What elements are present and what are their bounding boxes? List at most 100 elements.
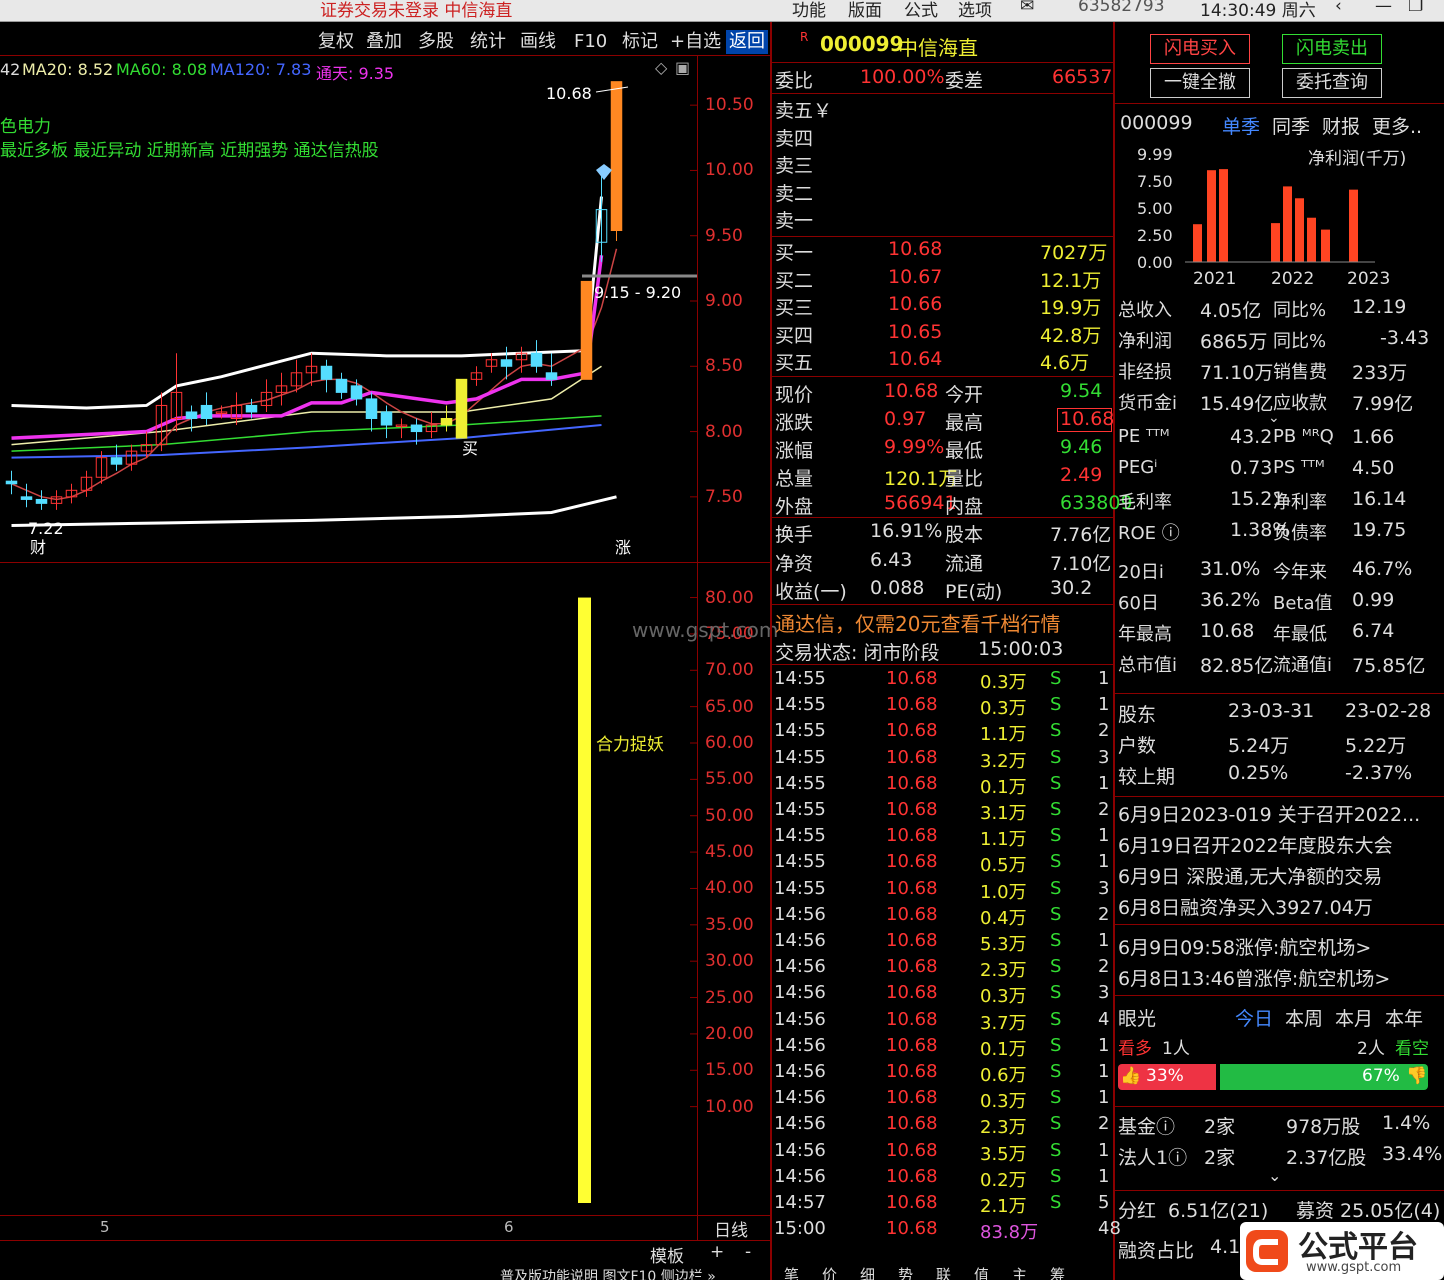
tick-row[interactable]: 14:55 10.68 1.1万 S 2 bbox=[774, 720, 1114, 746]
stock-badge: R bbox=[800, 30, 809, 44]
tick-row[interactable]: 14:55 10.68 0.3万 S 1 bbox=[774, 694, 1114, 720]
bottom-help-bar[interactable]: 普及版功能说明 图文F10 侧边栏 » bbox=[500, 1266, 716, 1280]
thumbs-up-icon[interactable]: 👍 bbox=[1120, 1066, 1141, 1086]
raise-value: 25.05亿(4) bbox=[1340, 1200, 1441, 1222]
back-arrow-icon[interactable]: ‹ bbox=[1335, 0, 1342, 16]
vision-year[interactable]: 本年 bbox=[1385, 1004, 1423, 1031]
limit-up-item[interactable]: 6月8日13:46曾涨停:航空机场> bbox=[1118, 964, 1390, 991]
thumbs-down-icon[interactable]: 👎 bbox=[1406, 1066, 1427, 1086]
minimize-icon[interactable]: — bbox=[1375, 0, 1392, 16]
kline-chart[interactable]: 10.68 9.15 - 9.20 7.22 买财 涨 bbox=[0, 56, 700, 562]
tab-same-quarter[interactable]: 同季 bbox=[1272, 112, 1310, 139]
rline-7 bbox=[1115, 1190, 1444, 1191]
restore-icon[interactable]: ❐ bbox=[1408, 0, 1423, 16]
menu-function[interactable]: 功能 bbox=[792, 0, 826, 21]
quote-label: 今开 bbox=[945, 384, 984, 406]
zoom-out-button[interactable]: - bbox=[745, 1242, 751, 1262]
limit-up-marker: 涨 bbox=[615, 538, 631, 557]
tick-row[interactable]: 15:00 10.68 83.8万 48 bbox=[774, 1218, 1121, 1244]
vision-week[interactable]: 本周 bbox=[1285, 1004, 1323, 1031]
toolbar-draw-line[interactable]: 画线 bbox=[520, 30, 556, 54]
tick-row[interactable]: 14:55 10.68 3.1万 S 2 bbox=[774, 799, 1114, 825]
tick-row[interactable]: 14:55 10.68 3.2万 S 3 bbox=[774, 747, 1114, 773]
buy-level-price[interactable]: 10.65 bbox=[888, 321, 942, 343]
news-item[interactable]: 6月9日 深股通,无大净额的交易 bbox=[1118, 862, 1382, 889]
tick-row[interactable]: 14:56 10.68 2.3万 S 2 bbox=[774, 1113, 1114, 1139]
news-item[interactable]: 6月19日召开2022年度股东大会 bbox=[1118, 831, 1393, 858]
tick-count: 1 bbox=[1098, 772, 1110, 794]
quote-value: 30.2 bbox=[1050, 577, 1093, 599]
buy-level-price[interactable]: 10.66 bbox=[888, 293, 942, 315]
tick-price: 10.68 bbox=[886, 851, 938, 873]
indicator-chart[interactable] bbox=[0, 563, 700, 1218]
mail-icon[interactable]: ✉ bbox=[1020, 0, 1034, 16]
tick-row[interactable]: 14:55 10.68 0.5万 S 1 bbox=[774, 851, 1114, 877]
menu-formula[interactable]: 公式 bbox=[904, 0, 938, 21]
tick-row[interactable]: 14:55 10.68 0.1万 S 1 bbox=[774, 773, 1114, 799]
order-query-button[interactable]: 委托查询 bbox=[1282, 68, 1382, 98]
flash-sell-button[interactable]: 闪电卖出 bbox=[1282, 34, 1382, 64]
fin-value: 19.75 bbox=[1352, 519, 1407, 541]
tick-price: 10.68 bbox=[886, 1034, 938, 1056]
news-item[interactable]: 6月8日融资净买入3927.04万 bbox=[1118, 893, 1373, 920]
tab-report[interactable]: 财报 bbox=[1322, 112, 1360, 139]
tick-row[interactable]: 14:56 10.68 3.5万 S 1 bbox=[774, 1140, 1114, 1166]
toolbar-statistics[interactable]: 统计 bbox=[470, 30, 506, 54]
news-item[interactable]: 6月9日2023-019 关于召开2022... bbox=[1118, 800, 1420, 827]
toolbar-mark[interactable]: 标记 bbox=[622, 30, 658, 54]
tick-row[interactable]: 14:56 10.68 0.2万 S 1 bbox=[774, 1166, 1114, 1192]
side-tab[interactable]: 值 bbox=[974, 1264, 989, 1280]
expand-chevron-icon[interactable]: ⌄ bbox=[1268, 410, 1280, 426]
tab-more[interactable]: 更多.. bbox=[1372, 112, 1422, 139]
toolbar-overlay[interactable]: 叠加 bbox=[366, 30, 402, 54]
tick-row[interactable]: 14:56 10.68 3.7万 S 4 bbox=[774, 1009, 1114, 1035]
tick-row[interactable]: 14:55 10.68 0.3万 S 1 bbox=[774, 668, 1114, 694]
tick-row[interactable]: 14:55 10.68 1.0万 S 3 bbox=[774, 878, 1114, 904]
fin-value: 6865万 bbox=[1200, 331, 1268, 353]
toolbar-f10[interactable]: F10 bbox=[574, 30, 607, 54]
tick-row[interactable]: 14:56 10.68 0.6万 S 1 bbox=[774, 1061, 1114, 1087]
buy-level-price[interactable]: 10.68 bbox=[888, 238, 942, 260]
tick-row[interactable]: 14:56 10.68 2.3万 S 2 bbox=[774, 956, 1114, 982]
buy-level-price[interactable]: 10.67 bbox=[888, 266, 942, 288]
side-tab[interactable]: 价 bbox=[822, 1264, 837, 1280]
toolbar-restore-rights[interactable]: 复权 bbox=[318, 30, 354, 54]
tick-row[interactable]: 14:56 10.68 0.3万 S 3 bbox=[774, 982, 1114, 1008]
side-tab[interactable]: 联 bbox=[936, 1264, 951, 1280]
tick-row[interactable]: 14:56 10.68 5.3万 S 1 bbox=[774, 930, 1114, 956]
promo-text[interactable]: 通达信，仅需20元查看千档行情 bbox=[775, 608, 1060, 637]
limit-up-item[interactable]: 6月9日09:58涨停:航空机场> bbox=[1118, 933, 1371, 960]
vision-today[interactable]: 今日 bbox=[1235, 1004, 1273, 1031]
bear-percent: 67% bbox=[1362, 1066, 1400, 1086]
side-tab[interactable]: 笔 bbox=[784, 1264, 799, 1280]
fin-value: 7.99亿 bbox=[1352, 393, 1414, 415]
tick-time: 14:55 bbox=[774, 720, 826, 742]
quote-label: 涨跌 bbox=[775, 412, 814, 434]
tick-row[interactable]: 14:55 10.68 1.1万 S 1 bbox=[774, 825, 1114, 851]
cancel-all-button[interactable]: 一键全撤 bbox=[1150, 68, 1250, 98]
side-tab[interactable]: 筹 bbox=[1050, 1264, 1065, 1280]
side-tab[interactable]: 势 bbox=[898, 1264, 913, 1280]
tick-row[interactable]: 14:56 10.68 0.3万 S 1 bbox=[774, 1087, 1114, 1113]
y-tick-label: 65.00 bbox=[705, 696, 754, 717]
zoom-in-button[interactable]: + bbox=[710, 1242, 724, 1262]
expand-chevron-icon[interactable]: ⌄ bbox=[1268, 1166, 1281, 1185]
menu-layout[interactable]: 版面 bbox=[848, 0, 882, 21]
side-tab[interactable]: 主 bbox=[1012, 1264, 1027, 1280]
tab-single-quarter[interactable]: 单季 bbox=[1222, 112, 1260, 139]
buy-level-price[interactable]: 10.64 bbox=[888, 348, 942, 370]
toolbar-add-watchlist[interactable]: +自选 bbox=[670, 30, 721, 54]
tick-row[interactable]: 14:56 10.68 0.1万 S 1 bbox=[774, 1035, 1114, 1061]
vision-month[interactable]: 本月 bbox=[1335, 1004, 1373, 1031]
side-tab[interactable]: 细 bbox=[860, 1264, 875, 1280]
toolbar-return[interactable]: 返回 bbox=[726, 30, 768, 54]
flash-buy-button[interactable]: 闪电买入 bbox=[1150, 34, 1250, 64]
period-daily[interactable]: 日线 bbox=[714, 1216, 748, 1241]
tick-row[interactable]: 14:56 10.68 0.4万 S 2 bbox=[774, 904, 1114, 930]
inst-shares: 2.37亿股 bbox=[1286, 1147, 1367, 1169]
toolbar-multi-stock[interactable]: 多股 bbox=[418, 30, 454, 54]
tick-row[interactable]: 14:57 10.68 2.1万 S 5 bbox=[774, 1192, 1114, 1218]
template-tab[interactable]: 模板 bbox=[650, 1242, 684, 1267]
y-tick-label: 10.00 bbox=[705, 160, 754, 181]
menu-options[interactable]: 选项 bbox=[958, 0, 992, 21]
